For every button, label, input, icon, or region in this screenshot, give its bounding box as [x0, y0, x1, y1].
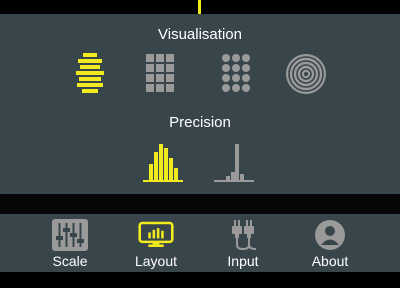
nav-scale[interactable]: Scale — [30, 214, 110, 272]
nav-label-scale: Scale — [52, 253, 88, 269]
user-circle-icon — [312, 219, 348, 251]
nav-layout[interactable]: Layout — [116, 214, 196, 272]
bottom-nav: Scale Layout Input About — [0, 214, 400, 272]
visualisation-option-stacked-bars[interactable] — [66, 50, 114, 98]
precision-title: Precision — [169, 114, 231, 131]
sliders-icon — [52, 219, 88, 251]
input-plugs-icon — [225, 219, 261, 251]
visualisation-title: Visualisation — [158, 26, 242, 43]
bottom-strip — [0, 272, 400, 288]
top-strip — [0, 0, 400, 14]
top-indicator — [198, 0, 201, 14]
narrow-histogram-icon — [214, 144, 254, 182]
nav-about[interactable]: About — [290, 214, 370, 272]
nav-input[interactable]: Input — [203, 214, 283, 272]
precision-option-narrow[interactable] — [210, 138, 258, 186]
wide-histogram-icon — [143, 144, 183, 182]
layout-monitor-icon — [138, 219, 174, 251]
dot-grid-icon — [222, 54, 250, 92]
section-divider — [0, 194, 400, 214]
visualisation-option-square-grid[interactable] — [136, 50, 184, 98]
settings-panel: Visualisation Precision — [0, 14, 400, 194]
nav-label-layout: Layout — [134, 253, 178, 269]
nav-label-input: Input — [227, 253, 259, 269]
nav-label-about: About — [311, 253, 349, 269]
stacked-bars-icon — [76, 53, 104, 93]
square-grid-icon — [146, 54, 174, 92]
visualisation-option-concentric-rings[interactable] — [282, 50, 330, 98]
precision-option-wide[interactable] — [139, 138, 187, 186]
concentric-rings-icon — [286, 54, 326, 94]
visualisation-option-dot-grid[interactable] — [212, 50, 260, 98]
